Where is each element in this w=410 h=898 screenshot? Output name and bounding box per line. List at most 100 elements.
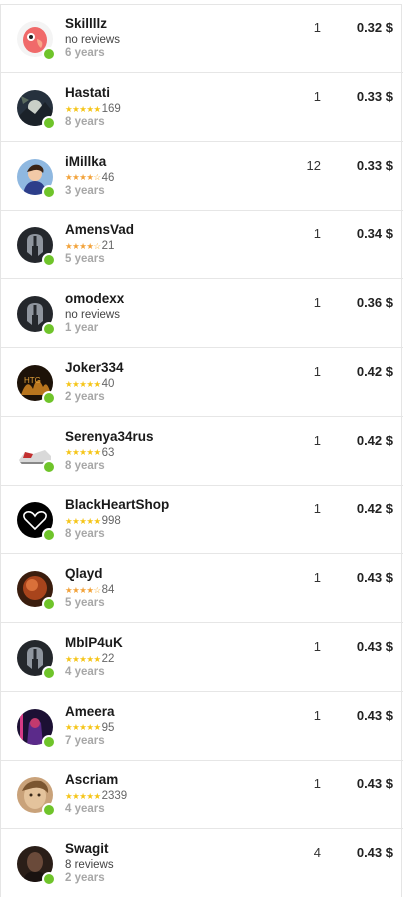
rating-line: no reviews bbox=[65, 33, 120, 47]
seller-row[interactable]: Ameera ★ ★ ★ ★ ★ 95 7 years 1 0.43 $ bbox=[1, 693, 403, 761]
seller-age: 6 years bbox=[65, 47, 105, 59]
online-status-icon bbox=[42, 734, 56, 749]
star-filled-icon: ★ bbox=[65, 241, 73, 251]
seller-name[interactable]: Skillllz bbox=[65, 16, 107, 31]
seller-name[interactable]: omodexx bbox=[65, 291, 124, 306]
review-count: 21 bbox=[101, 240, 115, 253]
seller-row[interactable]: iMillka ★ ★ ★ ★ ☆ 46 3 years 12 0.33 $ bbox=[1, 143, 403, 211]
review-count: 95 bbox=[101, 721, 115, 734]
seller-age: 4 years bbox=[65, 803, 105, 816]
quantity: 1 bbox=[313, 20, 321, 35]
avatar-container[interactable] bbox=[17, 571, 56, 611]
rating-line: ★ ★ ★ ★ ☆ 84 bbox=[65, 583, 114, 597]
seller-row[interactable]: HTG Joker334 ★ ★ ★ ★ ★ 40 2 years 1 0.42 $ bbox=[1, 349, 403, 417]
star-filled-icon: ★ bbox=[86, 241, 94, 251]
quantity: 1 bbox=[313, 295, 321, 310]
avatar-container[interactable] bbox=[17, 296, 56, 336]
seller-name[interactable]: Joker334 bbox=[65, 360, 124, 375]
seller-row[interactable]: Serenya34rus ★ ★ ★ ★ ★ 63 8 years 1 0.42 $ bbox=[1, 418, 403, 486]
star-filled-icon: ★ bbox=[65, 378, 73, 389]
star-filled-icon: ★ bbox=[79, 103, 87, 114]
star-filled-icon: ★ bbox=[72, 653, 80, 664]
seller-row[interactable]: Swagit 8 reviews 2 years 4 0.43 $ bbox=[1, 830, 403, 898]
seller-row[interactable]: BlackHeartShop ★ ★ ★ ★ ★ 998 8 years 1 0.42 $ bbox=[1, 486, 403, 555]
review-count: 22 bbox=[101, 652, 115, 665]
online-status-icon bbox=[42, 253, 56, 268]
star-filled-icon: ★ bbox=[93, 447, 102, 458]
star-filled-icon: ★ bbox=[72, 447, 80, 458]
online-status-icon bbox=[42, 115, 56, 130]
star-filled-icon: ★ bbox=[65, 722, 73, 733]
price: 0.42 $ bbox=[356, 363, 393, 379]
price: 0.34 $ bbox=[356, 226, 393, 242]
avatar-container[interactable] bbox=[17, 21, 56, 61]
star-empty-icon: ☆ bbox=[93, 584, 102, 595]
online-status-icon bbox=[42, 597, 56, 611]
avatar-container[interactable] bbox=[17, 708, 56, 749]
avatar-container[interactable] bbox=[17, 639, 56, 680]
star-filled-icon: ★ bbox=[65, 103, 73, 114]
seller-row[interactable]: AmensVad ★ ★ ★ ★ ☆ 21 5 years 1 0.34 $ bbox=[1, 211, 403, 280]
star-filled-icon: ★ bbox=[79, 791, 87, 801]
avatar-container[interactable]: HTG bbox=[17, 364, 56, 405]
star-filled-icon: ★ bbox=[86, 378, 94, 389]
online-status-icon bbox=[42, 390, 56, 405]
star-filled-icon: ★ bbox=[72, 172, 80, 183]
seller-name[interactable]: Ameera bbox=[65, 704, 115, 719]
star-rating-icon: ★ ★ ★ ★ ★ bbox=[65, 517, 101, 526]
seller-name[interactable]: MblP4uK bbox=[65, 635, 123, 650]
avatar-container[interactable] bbox=[17, 433, 56, 474]
seller-name[interactable]: Qlayd bbox=[65, 566, 103, 581]
star-filled-icon: ★ bbox=[72, 241, 80, 251]
review-count: 84 bbox=[101, 584, 115, 596]
rating-line: ★ ★ ★ ★ ★ 22 bbox=[65, 652, 114, 666]
seller-row[interactable]: MblP4uK ★ ★ ★ ★ ★ 22 4 years 1 0.43 $ bbox=[1, 624, 403, 692]
online-status-icon bbox=[42, 803, 56, 818]
rating-line: no reviews bbox=[65, 308, 120, 322]
quantity: 1 bbox=[313, 501, 321, 517]
star-filled-icon: ★ bbox=[65, 584, 73, 595]
star-empty-icon: ☆ bbox=[93, 172, 102, 183]
star-empty-icon: ☆ bbox=[93, 241, 102, 251]
seller-name[interactable]: Swagit bbox=[65, 841, 109, 856]
avatar-container[interactable] bbox=[17, 158, 56, 199]
star-filled-icon: ★ bbox=[93, 378, 102, 389]
online-status-icon bbox=[42, 528, 56, 543]
seller-row[interactable]: omodexx no reviews 1 year 1 0.36 $ bbox=[1, 280, 403, 348]
online-status-icon bbox=[42, 47, 56, 61]
price: 0.43 $ bbox=[356, 776, 393, 792]
star-rating-icon: ★ ★ ★ ★ ☆ bbox=[65, 173, 101, 182]
seller-age: 5 years bbox=[65, 597, 105, 609]
avatar-container[interactable] bbox=[17, 846, 56, 886]
avatar-container[interactable] bbox=[17, 502, 56, 543]
star-filled-icon: ★ bbox=[93, 791, 102, 801]
seller-row[interactable]: Skillllz no reviews 6 years 1 0.32 $ bbox=[1, 5, 403, 73]
online-status-icon bbox=[42, 665, 56, 680]
star-filled-icon: ★ bbox=[72, 791, 80, 801]
seller-name[interactable]: BlackHeartShop bbox=[65, 497, 169, 512]
avatar-container[interactable] bbox=[17, 777, 56, 818]
seller-offers-list: Skillllz no reviews 6 years 1 0.32 $ Hastati ★… bbox=[0, 4, 403, 898]
seller-name[interactable]: iMillka bbox=[65, 154, 106, 169]
star-filled-icon: ★ bbox=[72, 378, 80, 389]
star-filled-icon: ★ bbox=[86, 653, 94, 664]
seller-row[interactable]: Hastati ★ ★ ★ ★ ★ 169 8 years 1 0.33 $ bbox=[1, 74, 403, 142]
seller-row[interactable]: Qlayd ★ ★ ★ ★ ☆ 84 5 years 1 0.43 $ bbox=[1, 555, 403, 623]
seller-name[interactable]: Serenya34rus bbox=[65, 429, 154, 444]
review-count: 2339 bbox=[101, 790, 128, 803]
rating-line: ★ ★ ★ ★ ★ 95 bbox=[65, 721, 114, 735]
rating-line: ★ ★ ★ ★ ★ 998 bbox=[65, 514, 121, 528]
avatar-container[interactable] bbox=[17, 227, 56, 268]
seller-name[interactable]: Ascriam bbox=[65, 772, 118, 787]
seller-name[interactable]: Hastati bbox=[65, 85, 110, 100]
seller-row[interactable]: Ascriam ★ ★ ★ ★ ★ 2339 4 years 1 0.43 $ bbox=[1, 761, 403, 830]
star-rating-icon: ★ ★ ★ ★ ☆ bbox=[65, 586, 101, 595]
price: 0.33 $ bbox=[356, 157, 393, 173]
star-filled-icon: ★ bbox=[93, 516, 102, 526]
rating-line: ★ ★ ★ ★ ★ 169 bbox=[65, 102, 121, 116]
review-count: 40 bbox=[101, 377, 115, 390]
avatar-container[interactable] bbox=[17, 89, 56, 130]
price: 0.43 $ bbox=[356, 570, 393, 585]
star-filled-icon: ★ bbox=[79, 378, 87, 389]
seller-name[interactable]: AmensVad bbox=[65, 222, 134, 237]
